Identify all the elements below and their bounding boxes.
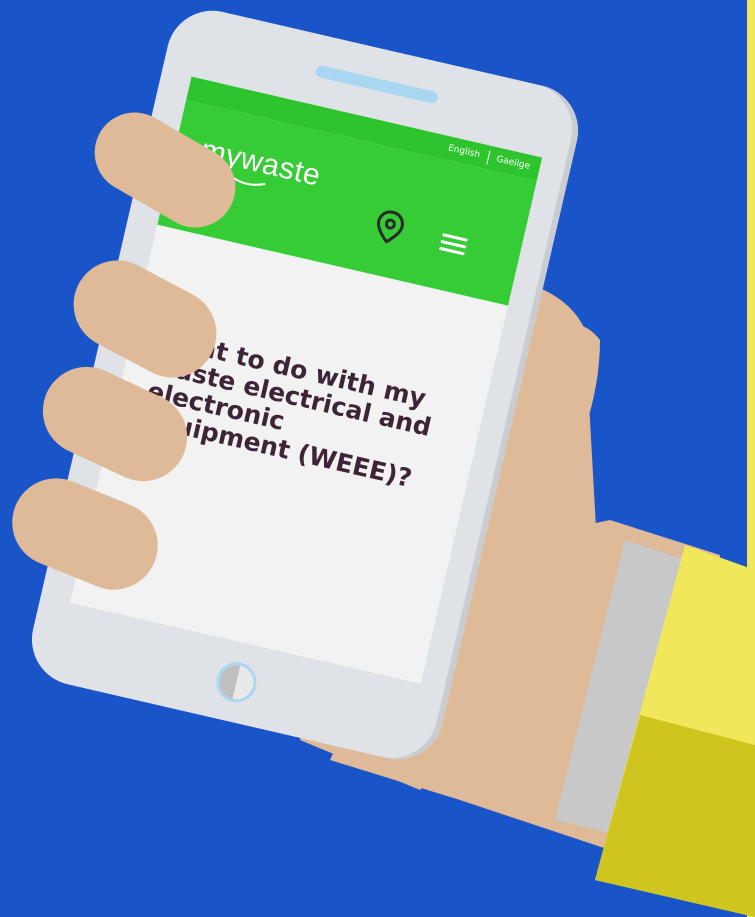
- finger-1: [94, 112, 236, 228]
- finger-4: [12, 478, 158, 590]
- illustration: English Gaeilge mywaste what what to do …: [0, 0, 755, 917]
- fingers-illustration: [12, 112, 236, 590]
